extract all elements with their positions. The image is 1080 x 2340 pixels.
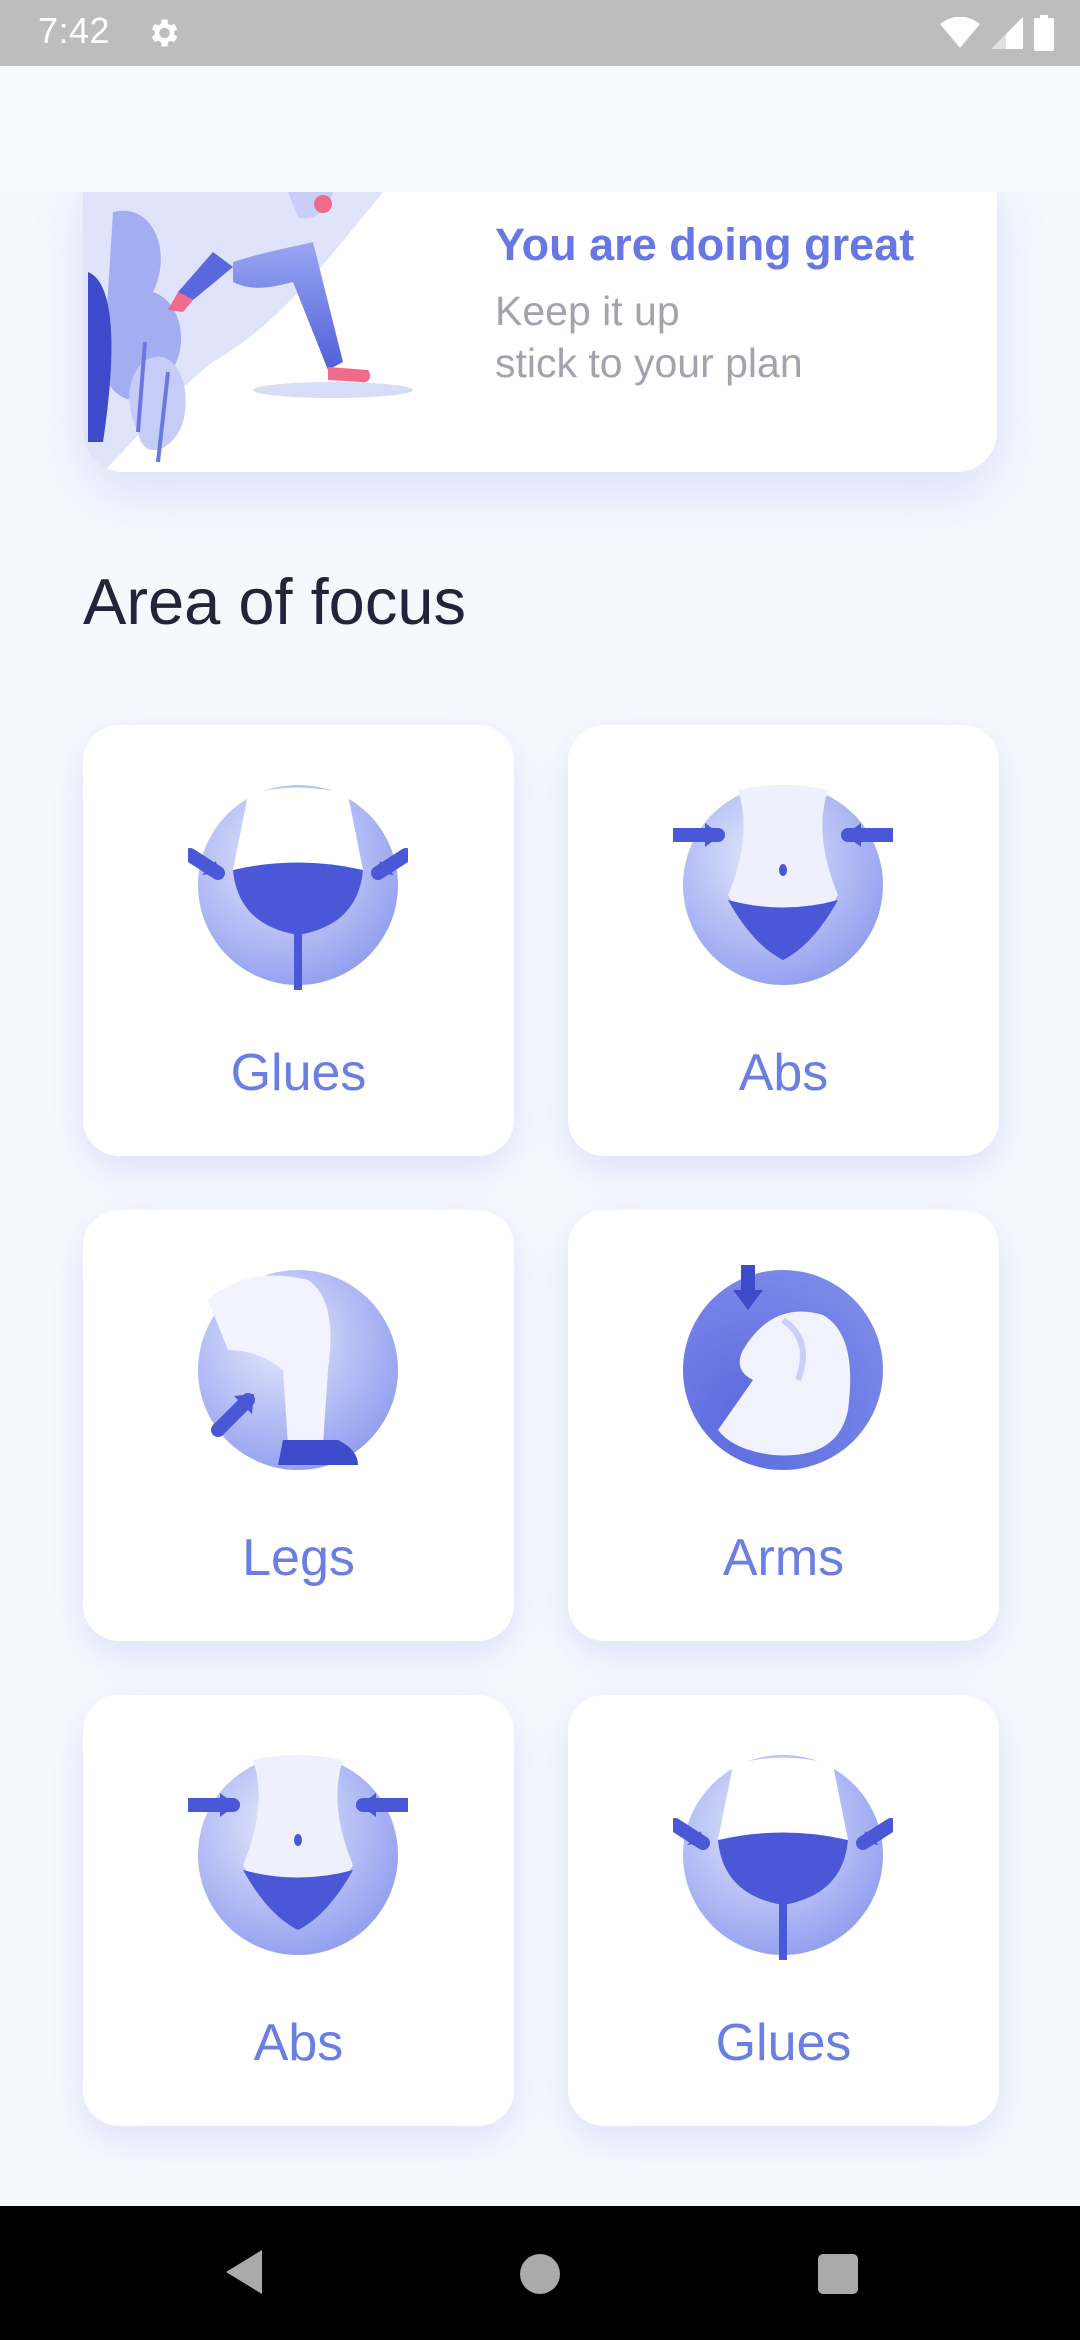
status-bar: 7:42	[0, 0, 1080, 66]
home-icon[interactable]	[520, 2254, 560, 2294]
hero-subtitle: Keep it up stick to your plan	[495, 285, 803, 389]
tile-label: Arms	[722, 1529, 845, 1587]
tile-label: Abs	[253, 2014, 344, 2072]
abs-icon	[188, 1755, 408, 1955]
recents-icon[interactable]	[818, 2254, 858, 2294]
wifi-icon	[940, 17, 980, 48]
focus-tile-arms[interactable]: Arms	[568, 1210, 999, 1641]
focus-tile-glutes[interactable]: Glues	[83, 725, 514, 1156]
status-time: 7:42	[38, 10, 111, 51]
running-woman-illustration	[83, 192, 413, 472]
hero-subtitle-line1: Keep it up	[495, 288, 680, 334]
focus-tile-abs-2[interactable]: Abs	[83, 1695, 514, 2126]
focus-tile-glutes-2[interactable]: Glues	[568, 1695, 999, 2126]
arms-icon	[683, 1265, 883, 1470]
battery-icon	[1034, 15, 1054, 51]
status-icons	[940, 14, 1054, 52]
legs-icon	[198, 1270, 398, 1470]
motivation-card: You are doing great Keep it up stick to …	[83, 192, 997, 472]
hero-subtitle-line2: stick to your plan	[495, 340, 803, 386]
tile-label: Abs	[738, 1044, 829, 1102]
app-bar	[0, 66, 1080, 192]
glutes-icon	[673, 1755, 893, 1960]
settings-gear-icon	[151, 19, 178, 47]
main-content[interactable]: You are doing great Keep it up stick to …	[0, 192, 1080, 2206]
glutes-icon	[188, 785, 408, 990]
section-title: Area of focus	[83, 565, 466, 638]
back-icon[interactable]	[222, 2248, 266, 2296]
focus-tile-abs[interactable]: Abs	[568, 725, 999, 1156]
abs-icon	[673, 785, 893, 985]
tile-label: Glues	[230, 1044, 367, 1102]
focus-tile-legs[interactable]: Legs	[83, 1210, 514, 1641]
tile-label: Legs	[242, 1529, 355, 1587]
system-nav-bar	[0, 2206, 1080, 2340]
cellular-signal-icon	[991, 17, 1023, 49]
hero-title: You are doing great	[495, 219, 915, 270]
tile-label: Glues	[715, 2014, 852, 2072]
